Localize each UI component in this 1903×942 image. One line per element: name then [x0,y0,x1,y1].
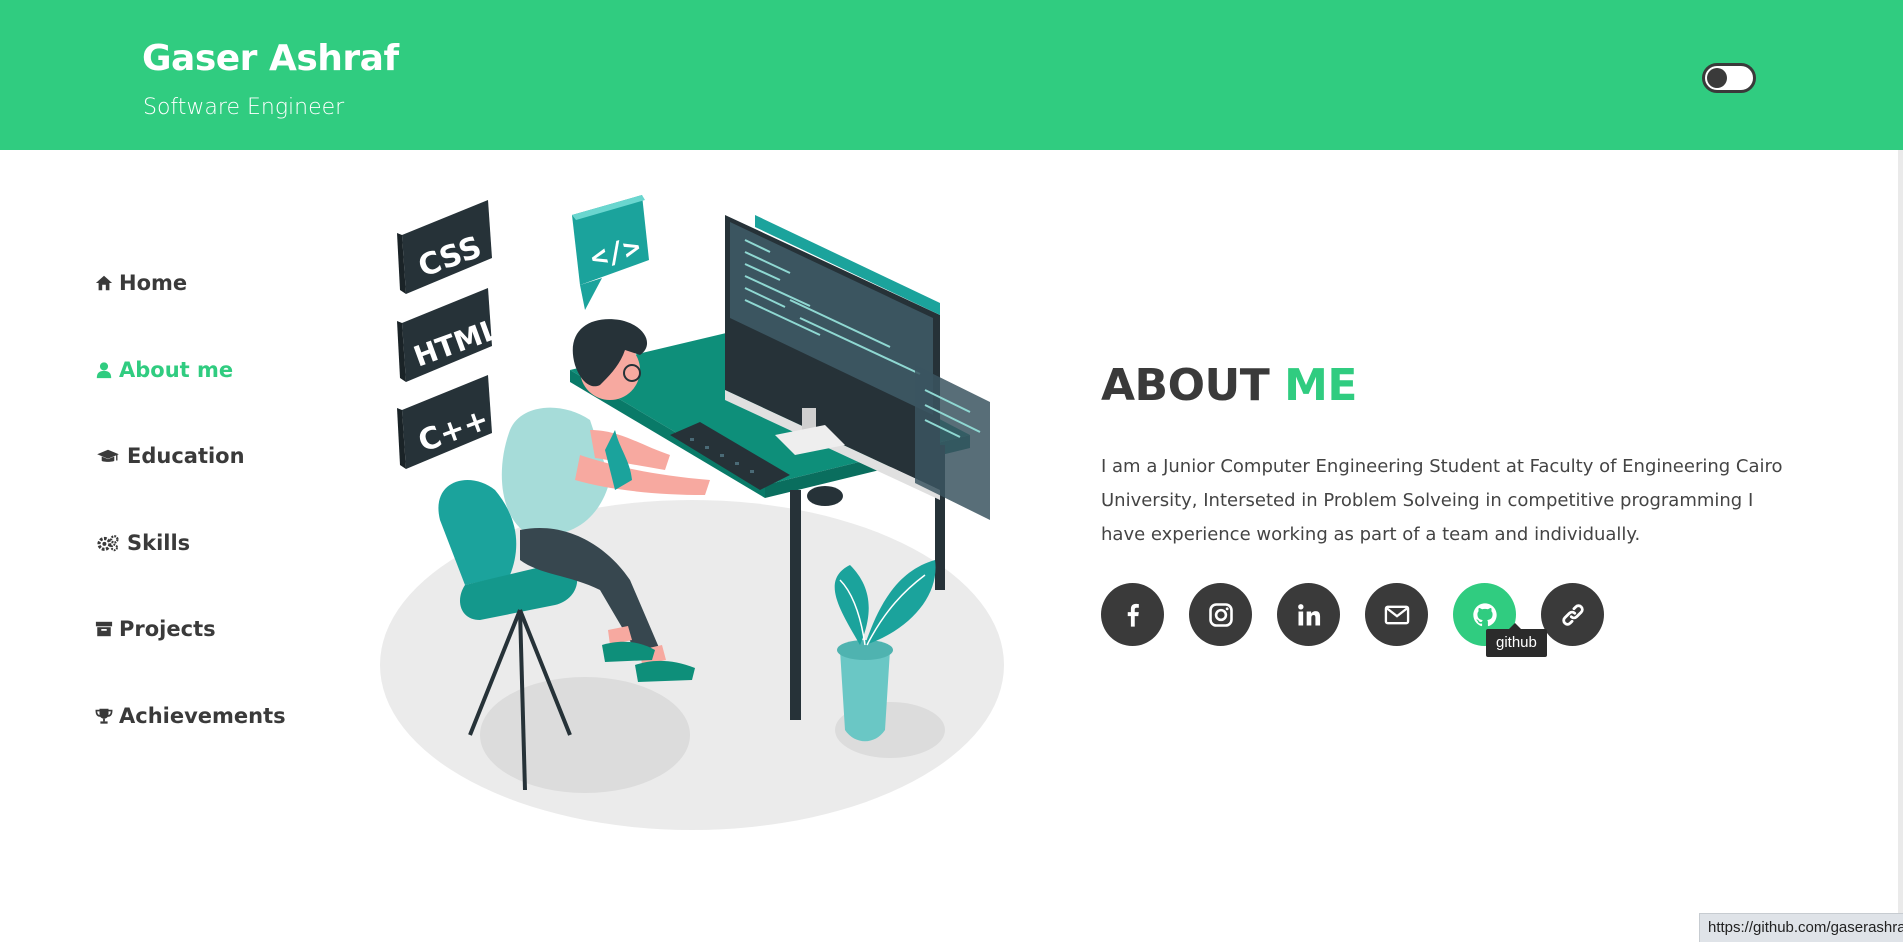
side-nav: Home About me Education Skills Projects … [95,270,355,789]
linkedin-icon [1297,603,1320,625]
gears-icon [95,534,121,552]
mail-icon [1384,605,1409,624]
about-title-accent: ME [1284,360,1357,411]
instagram-link[interactable] [1189,583,1252,646]
nav-item-achievements[interactable]: Achievements [95,703,355,729]
link-status-bar: https://github.com/gaserashraf [1699,913,1903,942]
nav-item-projects[interactable]: Projects [95,616,355,642]
scrollbar-thumb[interactable] [1898,0,1903,150]
developer-illustration: CSS HTML C++ </> [380,195,1004,830]
social-links [1101,583,1629,646]
css-badge: CSS [397,200,492,294]
nav-item-label: About me [119,357,234,382]
nav-item-label: Projects [119,617,216,641]
trophy-icon [95,707,113,725]
about-title-main: ABOUT [1101,360,1270,411]
nav-item-about[interactable]: About me [95,357,355,383]
nav-item-skills[interactable]: Skills [95,530,355,556]
link-icon [1561,603,1584,626]
github-icon [1472,602,1497,626]
toggle-knob [1707,68,1727,88]
html-badge: HTML [397,288,504,382]
home-icon [95,274,113,292]
nav-item-label: Education [127,444,245,468]
nav-item-home[interactable]: Home [95,270,355,296]
site-header: Gaser Ashraf Software Engineer [0,0,1898,150]
about-text: I am a Junior Computer Engineering Stude… [1101,456,1783,545]
facebook-link[interactable] [1101,583,1164,646]
github-tooltip: github [1486,623,1547,657]
nav-item-education[interactable]: Education [95,443,355,469]
linkedin-link[interactable] [1277,583,1340,646]
instagram-icon [1208,602,1233,627]
archive-icon [95,620,113,638]
nav-item-label: Skills [127,530,191,555]
brand-role: Software Engineer [143,95,345,120]
nav-item-label: Achievements [119,703,286,728]
facebook-icon [1127,603,1139,627]
code-bubble: </> [572,195,649,310]
graduation-cap-icon [95,447,121,465]
theme-toggle[interactable] [1702,63,1756,93]
cpp-badge: C++ [397,375,494,469]
website-link[interactable] [1541,583,1604,646]
email-link[interactable] [1365,583,1428,646]
brand-name: Gaser Ashraf [142,38,399,79]
user-icon [95,361,113,379]
about-title: ABOUT ME [1101,360,1357,411]
nav-item-label: Home [119,271,188,295]
